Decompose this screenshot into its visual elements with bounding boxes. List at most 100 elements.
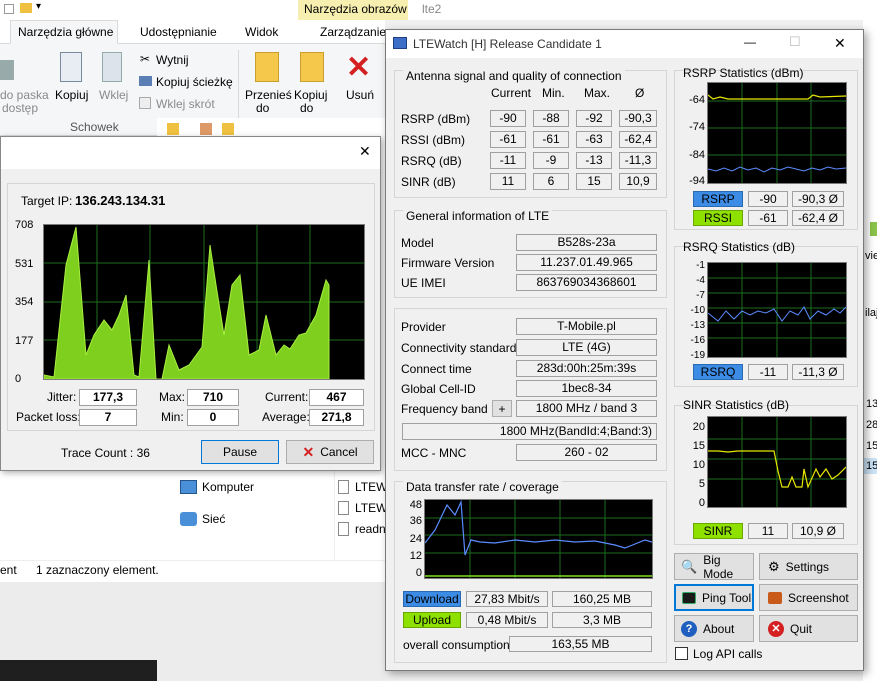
ping-tool-label: Ping Tool bbox=[702, 590, 752, 605]
tab-share[interactable]: Udostępnianie bbox=[140, 25, 217, 39]
plus-icon: + bbox=[498, 401, 506, 416]
address-strip bbox=[157, 118, 385, 138]
copy-icon[interactable] bbox=[60, 52, 82, 82]
file-item[interactable]: LTEW bbox=[355, 480, 387, 494]
rsrp-ytick: -74 bbox=[689, 121, 705, 133]
cell-id-value: 1bec8-34 bbox=[516, 380, 657, 397]
max-value: 710 bbox=[187, 389, 239, 406]
sinr-current: 11 bbox=[490, 173, 526, 190]
target-ip-label: Target IP: bbox=[21, 194, 73, 208]
file-item[interactable]: readn bbox=[355, 522, 386, 536]
copy-to-icon[interactable] bbox=[300, 52, 324, 82]
network-icon[interactable] bbox=[180, 512, 197, 526]
move-to-icon[interactable] bbox=[255, 52, 279, 82]
minimize-button[interactable]: — bbox=[744, 35, 756, 49]
copy-path-icon[interactable] bbox=[139, 76, 152, 86]
antenna-title: Antenna signal and quality of connection bbox=[403, 69, 625, 83]
folder-icon[interactable] bbox=[20, 3, 32, 13]
ping-tool-button[interactable]: Ping Tool bbox=[674, 584, 754, 611]
cancel-icon: ✕ bbox=[302, 443, 315, 460]
rssi-max: -63 bbox=[576, 131, 612, 148]
folder-small-icon-2 bbox=[222, 123, 234, 135]
settings-label: Settings bbox=[785, 559, 830, 574]
packet-loss-label: Packet loss: bbox=[16, 410, 81, 424]
sinr-min: 6 bbox=[533, 173, 569, 190]
paste-shortcut-icon[interactable] bbox=[139, 97, 151, 109]
sinr-chart bbox=[707, 416, 847, 508]
imei-value: 863769034368601 bbox=[516, 274, 657, 291]
firmware-label: Firmware Version bbox=[401, 256, 495, 270]
cut-button[interactable]: Wytnij bbox=[156, 53, 189, 67]
pin-label-2: dostęp bbox=[2, 101, 39, 115]
sinr-stats-title: SINR Statistics (dB) bbox=[683, 398, 790, 412]
ping-ytick: 177 bbox=[15, 335, 34, 347]
cell-id-label: Global Cell-ID bbox=[401, 382, 476, 396]
ping-chart bbox=[43, 224, 365, 380]
side-num: 15 bbox=[866, 460, 877, 472]
ping-ytick: 531 bbox=[15, 258, 34, 270]
rsrp-row-label: RSRP (dBm) bbox=[401, 112, 471, 126]
nav-computer[interactable]: Komputer bbox=[202, 480, 254, 494]
big-mode-button[interactable]: 🔍 Big Mode bbox=[674, 553, 754, 581]
ping-area bbox=[43, 226, 330, 380]
transfer-ytick: 24 bbox=[409, 533, 422, 545]
tab-home[interactable]: Narzędzia główne bbox=[18, 25, 113, 39]
connectivity-label: Connectivity standard bbox=[401, 341, 517, 355]
copy-button[interactable]: Kopiuj bbox=[55, 88, 88, 102]
rsrp-stat-avg: -90,3 Ø bbox=[792, 191, 844, 207]
overall-value: 163,55 MB bbox=[509, 636, 652, 652]
current-value: 467 bbox=[309, 389, 364, 406]
side-text: ilaj bbox=[865, 307, 877, 319]
qa-dropdown-icon[interactable]: ▾ bbox=[36, 1, 41, 12]
file-item[interactable]: LTEW bbox=[355, 501, 387, 515]
copy-to-button[interactable]: Kopiuj bbox=[294, 88, 327, 102]
app-icon bbox=[393, 37, 407, 49]
rssi-avg: -62,4 bbox=[619, 131, 657, 148]
rsrq-stat-avg: -11,3 Ø bbox=[792, 364, 844, 380]
qa-check-icon[interactable] bbox=[4, 4, 14, 14]
side-num: 15 bbox=[866, 440, 877, 452]
move-to-button[interactable]: Przenieś bbox=[245, 88, 292, 102]
paste-icon[interactable] bbox=[102, 52, 122, 82]
file-icon bbox=[338, 522, 349, 536]
quit-button[interactable]: ✕ Quit bbox=[759, 615, 858, 642]
tab-view[interactable]: Widok bbox=[245, 25, 278, 39]
rsrq-ytick: -7 bbox=[696, 290, 705, 301]
about-button[interactable]: ? About bbox=[674, 615, 754, 642]
delete-button[interactable]: Usuń bbox=[346, 88, 374, 102]
delete-icon[interactable]: ✕ bbox=[346, 50, 371, 85]
nav-network[interactable]: Sieć bbox=[202, 512, 225, 526]
log-api-checkbox[interactable] bbox=[675, 647, 688, 660]
context-tab-label[interactable]: Narzędzia obrazów bbox=[304, 2, 407, 16]
expand-band-button[interactable]: + bbox=[492, 400, 512, 417]
rsrq-ytick: -1 bbox=[696, 260, 705, 271]
transfer-ytick: 12 bbox=[409, 550, 422, 562]
computer-icon[interactable] bbox=[180, 480, 197, 494]
screenshot-button[interactable]: Screenshot bbox=[759, 584, 858, 611]
mcc-label: MCC - MNC bbox=[401, 446, 467, 460]
ping-close-button[interactable]: ✕ bbox=[359, 143, 371, 160]
cut-icon[interactable]: ✂ bbox=[140, 52, 150, 66]
copy-path-button[interactable]: Kopiuj ścieżkę bbox=[156, 75, 233, 89]
sinr-ytick: 5 bbox=[698, 478, 705, 490]
settings-button[interactable]: ⚙ Settings bbox=[759, 553, 858, 580]
pause-button[interactable]: Pause bbox=[201, 440, 279, 464]
cancel-button[interactable]: ✕ Cancel bbox=[286, 440, 374, 464]
maximize-button[interactable]: ☐ bbox=[789, 34, 801, 50]
rsrq-stats-title: RSRQ Statistics (dB) bbox=[683, 240, 796, 254]
frequency-label: Frequency band bbox=[401, 402, 488, 416]
pin-label[interactable]: do paska bbox=[0, 88, 49, 102]
ping-chart-svg bbox=[43, 225, 364, 380]
rsrp-stats-title: RSRP Statistics (dBm) bbox=[683, 66, 804, 80]
sinr-row-label: SINR (dB) bbox=[401, 175, 456, 189]
paste-button[interactable]: Wklej bbox=[99, 88, 128, 102]
close-button[interactable]: ✕ bbox=[834, 35, 846, 52]
pin-icon[interactable] bbox=[0, 60, 14, 80]
file-icon bbox=[338, 501, 349, 515]
log-api-label[interactable]: Log API calls bbox=[693, 647, 762, 661]
tab-manage[interactable]: Zarządzanie bbox=[320, 25, 386, 39]
screenshot-label: Screenshot bbox=[788, 590, 849, 605]
paste-shortcut-button[interactable]: Wklej skrót bbox=[156, 97, 215, 111]
status-left: ent bbox=[0, 563, 17, 577]
rssi-row-label: RSSI (dBm) bbox=[401, 133, 466, 147]
